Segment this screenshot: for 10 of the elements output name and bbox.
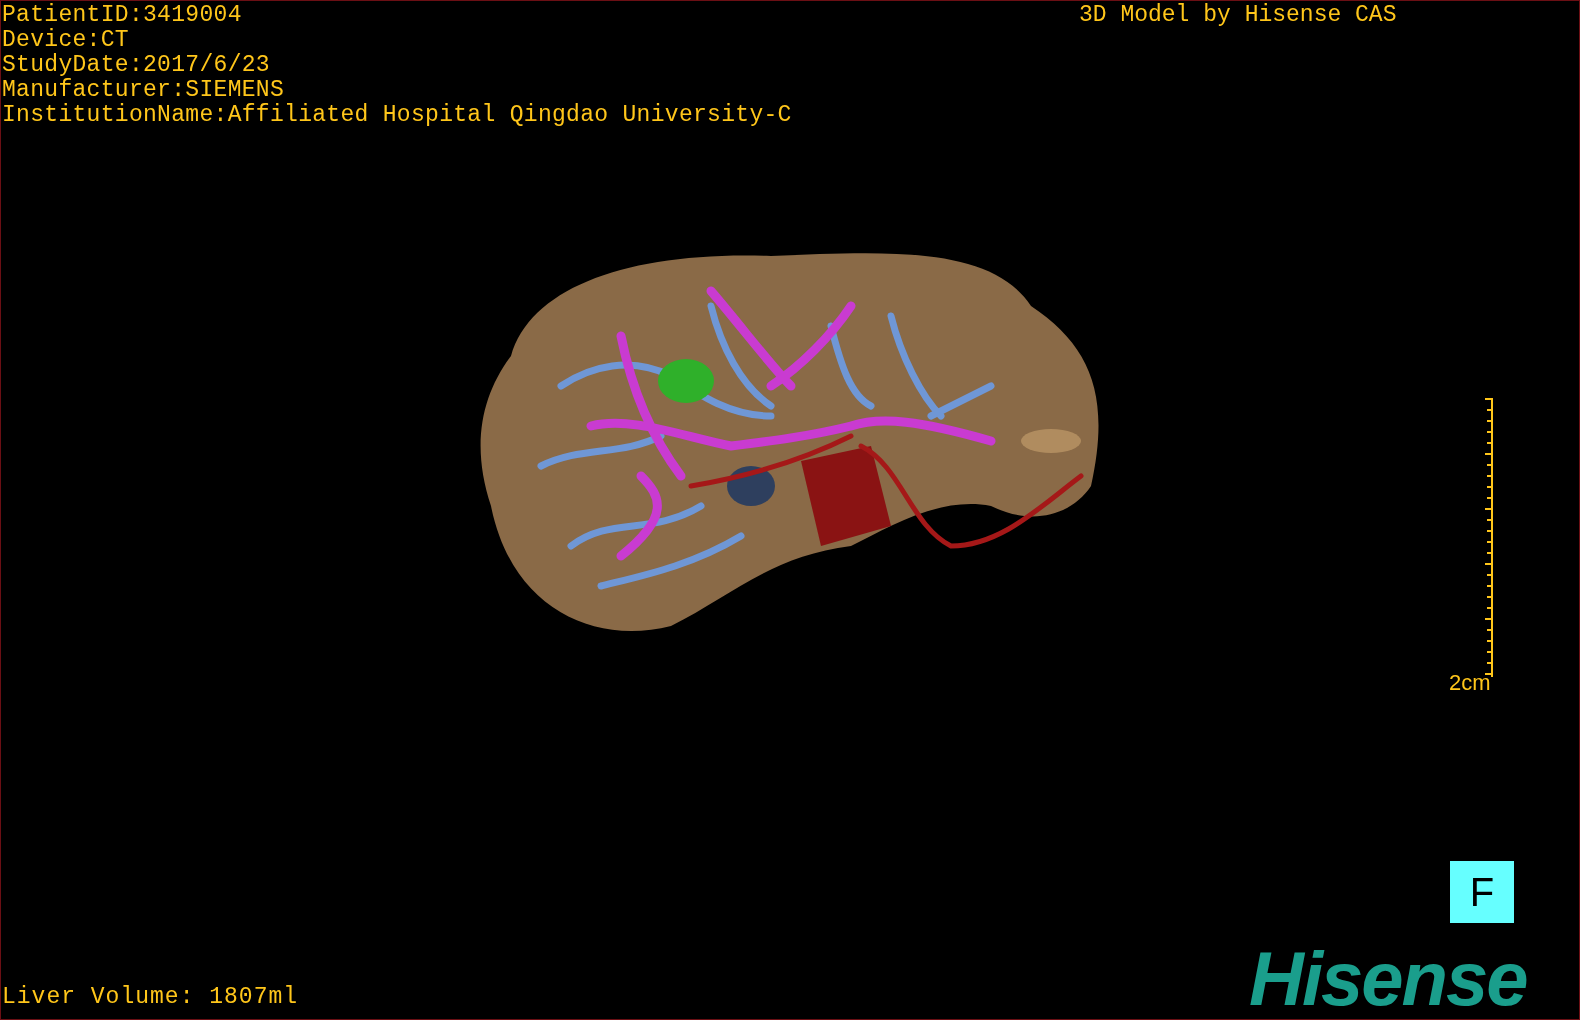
study-info-line: Device:CT	[2, 28, 130, 53]
study-info-line: PatientID:3419004	[2, 3, 243, 28]
study-info-line: StudyDate:2017/6/23	[2, 53, 271, 78]
study-info-line: Manufacturer:SIEMENS	[2, 78, 286, 103]
liver-volume-label: Liver Volume: 1807ml	[2, 985, 299, 1010]
scale-label: 2cm	[1449, 671, 1491, 695]
logo: Hisense	[1249, 939, 1527, 1019]
model-credit-label: 3D Model by Hisense CAS	[1079, 3, 1397, 28]
orientation-marker: F	[1450, 861, 1514, 923]
study-info-line: InstitutionName:Affiliated Hospital Qingdao University-C	[2, 103, 792, 128]
